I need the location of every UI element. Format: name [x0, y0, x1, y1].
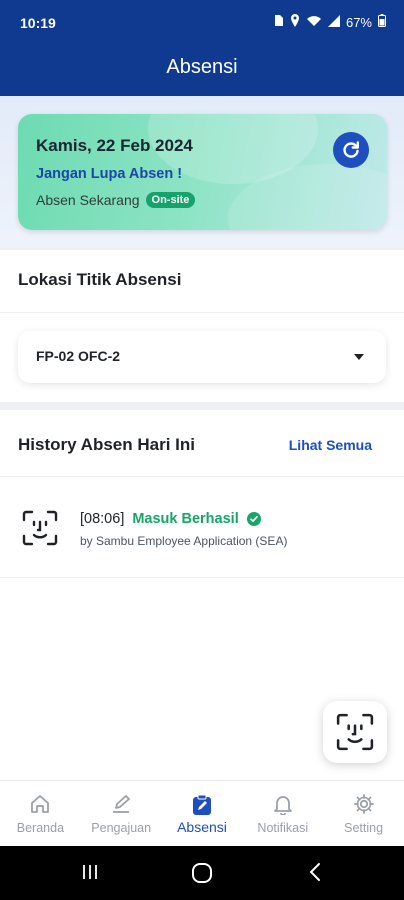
history-time: [08:06] [80, 511, 125, 527]
nav-item-label: Pengajuan [91, 821, 152, 835]
date-card: Kamis, 22 Feb 2024 Jangan Lupa Absen ! A… [18, 114, 387, 230]
bell-icon [273, 796, 292, 815]
sim-icon [274, 14, 284, 30]
nav-item-setting[interactable]: Setting [323, 781, 404, 846]
wifi-icon [306, 15, 322, 30]
history-status: Masuk Berhasil [132, 511, 239, 527]
refresh-icon [343, 141, 359, 158]
home-icon [31, 795, 50, 813]
absen-now-row: Absen Sekarang On-site [36, 192, 196, 208]
history-section-title: History Absen Hari Ini [18, 435, 195, 454]
recent-apps-icon [83, 865, 97, 879]
nav-item-label: Beranda [16, 821, 65, 835]
page-title: Absensi [166, 56, 238, 78]
current-date: Kamis, 22 Feb 2024 [36, 136, 193, 155]
section-divider [0, 312, 404, 313]
face-scan-button[interactable] [323, 701, 387, 763]
nav-item-label: Absensi [177, 819, 227, 835]
history-entry-header: [08:06] Masuk Berhasil [80, 511, 261, 527]
onsite-badge: On-site [145, 192, 196, 208]
absen-now-label: Absen Sekarang [36, 192, 140, 208]
see-all-link[interactable]: Lihat Semua [289, 437, 372, 453]
system-navigation-bar [0, 846, 404, 900]
edit-icon [113, 795, 131, 813]
nav-item-beranda[interactable]: Beranda [0, 781, 81, 846]
recent-apps-button[interactable] [80, 862, 100, 887]
gear-icon [353, 794, 374, 814]
status-icons: 67% [274, 14, 386, 30]
history-list-item[interactable]: [08:06] Masuk Berhasil by Sambu Employee… [0, 490, 404, 578]
battery-level: 67% [345, 14, 372, 30]
check-circle-icon [246, 512, 261, 526]
nav-item-label: Setting [344, 821, 384, 835]
status-bar: 10:19 67% [0, 0, 404, 46]
section-divider [0, 402, 404, 410]
back-icon [309, 863, 320, 881]
nav-item-notifikasi[interactable]: Notifikasi [242, 781, 323, 846]
lokasi-section-title: Lokasi Titik Absensi [18, 270, 182, 289]
nav-item-pengajuan[interactable]: Pengajuan [81, 781, 162, 846]
app-bar: Absensi [0, 46, 404, 96]
face-scan-icon [22, 510, 58, 546]
nav-item-label: Notifikasi [257, 821, 309, 835]
refresh-button[interactable] [333, 132, 369, 168]
face-scan-icon [336, 713, 374, 751]
reminder-text: Jangan Lupa Absen ! [36, 166, 183, 182]
home-circle-icon [192, 863, 212, 883]
battery-icon [378, 14, 386, 30]
location-dropdown[interactable]: FP-02 OFC-2 [18, 331, 386, 383]
location-icon [290, 14, 300, 30]
location-dropdown-value: FP-02 OFC-2 [36, 348, 121, 364]
nav-item-absensi[interactable]: Absensi [162, 781, 243, 846]
signal-icon [327, 14, 340, 30]
history-source: by Sambu Employee Application (SEA) [80, 534, 288, 548]
chevron-down-icon [354, 354, 364, 360]
section-divider [0, 476, 404, 477]
home-button[interactable] [191, 862, 213, 889]
bottom-navigation: Beranda Pengajuan Absensi Notifikasi Set… [0, 780, 404, 846]
section-divider [0, 248, 404, 250]
back-button[interactable] [306, 862, 326, 887]
clipboard-icon [192, 794, 211, 815]
status-time: 10:19 [20, 15, 56, 31]
